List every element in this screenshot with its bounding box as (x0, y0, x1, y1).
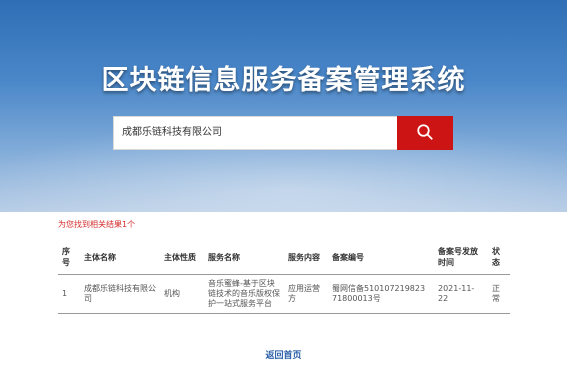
column-header-content: 服务内容 (284, 240, 328, 275)
cell-name: 成都乐链科技有限公司 (80, 274, 160, 314)
search-icon (416, 123, 434, 144)
result-count: 为您找到相关结果1个 (58, 220, 136, 229)
search-button[interactable] (397, 116, 453, 150)
cell-nature: 机构 (160, 274, 204, 314)
page-title: 区块链信息服务备案管理系统 (101, 65, 466, 96)
cell-status: 正常 (488, 274, 510, 314)
cell-seq: 1 (58, 274, 80, 314)
column-header-record-no: 备案编号 (328, 240, 434, 275)
column-header-date: 备案号发放时间 (434, 240, 488, 275)
column-header-name: 主体名称 (80, 240, 160, 275)
search-input[interactable]: 成都乐链科技有限公司 (113, 116, 398, 150)
cell-service: 音乐蜜蜂-基于区块链技术的音乐版权保护一站式服务平台 (204, 274, 284, 314)
cell-content: 应用运营方 (284, 274, 328, 314)
column-header-service: 服务名称 (204, 240, 284, 275)
back-home-link-container: 返回首页 (0, 348, 567, 361)
column-header-nature: 主体性质 (160, 240, 204, 275)
cell-record-no: 蜀网信备51010721982371800013号 (328, 274, 434, 314)
hero-banner: 区块链信息服务备案管理系统 成都乐链科技有限公司 (0, 0, 567, 212)
table-row: 1 成都乐链科技有限公司 机构 音乐蜜蜂-基于区块链技术的音乐版权保护一站式服务… (58, 274, 510, 314)
column-header-status: 状态 (488, 240, 510, 275)
results-table: 序号 主体名称 主体性质 服务名称 服务内容 备案编号 备案号发放时间 状态 1… (58, 240, 510, 314)
cell-date: 2021-11-22 (434, 274, 488, 314)
column-header-seq: 序号 (58, 240, 80, 275)
back-home-link[interactable]: 返回首页 (265, 351, 301, 361)
table-header-row: 序号 主体名称 主体性质 服务名称 服务内容 备案编号 备案号发放时间 状态 (58, 240, 510, 275)
